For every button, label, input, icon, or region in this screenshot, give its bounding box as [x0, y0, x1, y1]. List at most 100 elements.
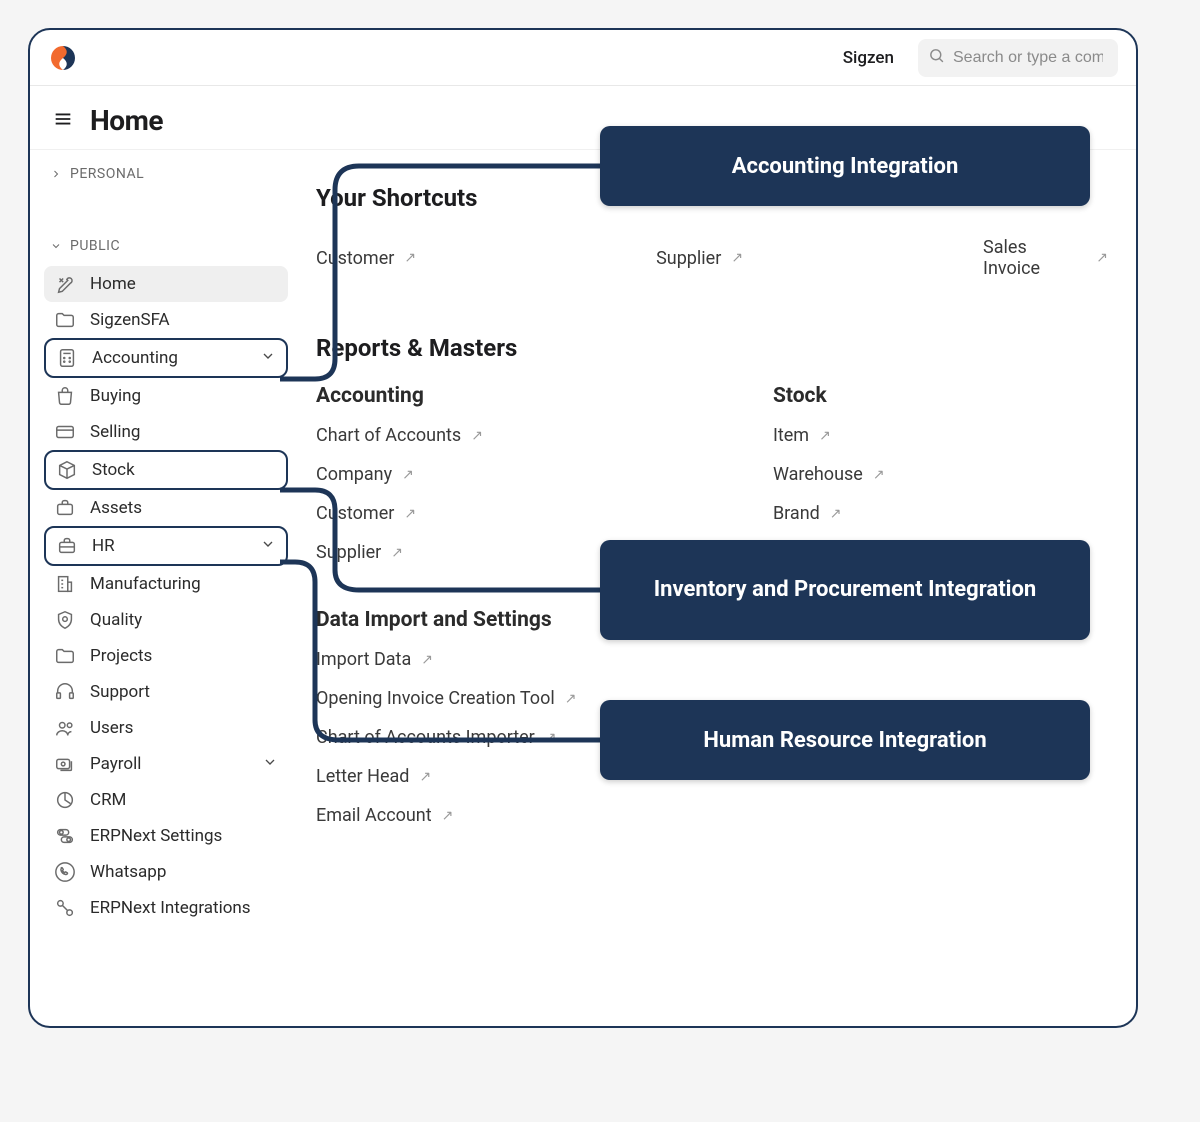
sidebar-item-hr[interactable]: HR — [44, 526, 288, 566]
sidebar-item-stock[interactable]: Stock — [44, 450, 288, 490]
sidebar-item-label: Whatsapp — [90, 862, 278, 882]
link-customer[interactable]: Customer ↗ — [316, 500, 416, 527]
calculator-icon — [56, 347, 78, 369]
sidebar-item-label: HR — [92, 536, 246, 556]
sidebar-item-buying[interactable]: Buying — [44, 378, 288, 414]
link-company[interactable]: Company ↗ — [316, 461, 414, 488]
shortcut-sales-invoice[interactable]: Sales Invoice↗ — [983, 234, 1108, 282]
sidebar-item-whatsapp[interactable]: Whatsapp — [44, 854, 288, 890]
external-icon: ↗ — [819, 428, 831, 444]
sidebar-item-crm[interactable]: CRM — [44, 782, 288, 818]
external-icon: ↗ — [419, 769, 431, 785]
sidebar-item-home[interactable]: Home — [44, 266, 288, 302]
external-icon: ↗ — [391, 545, 403, 561]
link-import-data[interactable]: Import Data↗ — [316, 646, 433, 673]
search-icon — [928, 47, 945, 68]
link-label: Warehouse — [773, 464, 863, 485]
link-letter-head[interactable]: Letter Head ↗ — [316, 763, 431, 790]
sidebar-item-erpnext-integrations[interactable]: ERPNext Integrations — [44, 890, 288, 926]
top-bar: Sigzen — [30, 30, 1136, 86]
external-icon: ↗ — [545, 730, 557, 746]
integration-icon — [54, 897, 76, 919]
company-name[interactable]: Sigzen — [843, 48, 894, 68]
sidebar-item-selling[interactable]: Selling — [44, 414, 288, 450]
briefcase-icon — [56, 535, 78, 557]
money-icon — [54, 753, 76, 775]
callout-label: Inventory and Procurement Integration — [654, 576, 1036, 604]
search-box[interactable] — [918, 39, 1118, 77]
section-label: PUBLIC — [70, 238, 120, 254]
col-accounting: Accounting Chart of Accounts ↗ Company ↗ C… — [316, 384, 483, 566]
callout-label: Accounting Integration — [732, 154, 959, 179]
external-icon: ↗ — [471, 428, 483, 444]
callout-inventory: Inventory and Procurement Integration — [600, 540, 1090, 640]
sidebar-item-label: ERPNext Settings — [90, 826, 278, 846]
accounting-heading: Accounting — [316, 384, 483, 408]
link-label: Company — [316, 464, 392, 485]
external-icon: ↗ — [402, 467, 414, 483]
sidebar-item-payroll[interactable]: Payroll — [44, 746, 288, 782]
sidebar-item-label: Assets — [90, 498, 278, 518]
sidebar-item-assets[interactable]: Assets — [44, 490, 288, 526]
toggles-icon — [54, 825, 76, 847]
chevron-right-icon — [50, 168, 62, 180]
callout-label: Human Resource Integration — [703, 728, 986, 753]
external-icon: ↗ — [1096, 250, 1108, 266]
link-label: Email Account — [316, 805, 432, 826]
link-label: Chart of Accounts — [316, 425, 461, 446]
sidebar-item-projects[interactable]: Projects — [44, 638, 288, 674]
external-icon: ↗ — [565, 691, 577, 707]
nav-list: Home SigzenSFA Accounting Buying — [44, 266, 288, 926]
link-label: Customer — [316, 503, 394, 524]
sidebar-item-label: Payroll — [90, 754, 248, 774]
link-label: Letter Head — [316, 766, 409, 787]
sidebar-item-label: Selling — [90, 422, 278, 442]
external-icon: ↗ — [421, 652, 433, 668]
bag-icon — [54, 385, 76, 407]
link-coa-importer[interactable]: Chart of Accounts Importer↗ — [316, 724, 557, 751]
external-icon: ↗ — [873, 467, 885, 483]
link-chart-of-accounts[interactable]: Chart of Accounts ↗ — [316, 422, 483, 449]
sidebar-item-label: CRM — [90, 790, 278, 810]
link-supplier[interactable]: Supplier↗ — [316, 539, 403, 566]
reports-columns: Accounting Chart of Accounts ↗ Company ↗ C… — [316, 384, 1108, 566]
link-label: Item — [773, 425, 809, 446]
sidebar-item-label: Quality — [90, 610, 278, 630]
sidebar-item-users[interactable]: Users — [44, 710, 288, 746]
folder-icon — [54, 645, 76, 667]
sidebar-item-erpnext-settings[interactable]: ERPNext Settings — [44, 818, 288, 854]
chevron-down-icon — [260, 536, 276, 557]
link-item[interactable]: Item ↗ — [773, 422, 831, 449]
sidebar-item-sigzensfa[interactable]: SigzenSFA — [44, 302, 288, 338]
reports-heading: Reports & Masters — [316, 334, 1108, 362]
briefcase-icon — [54, 497, 76, 519]
section-public[interactable]: PUBLIC — [44, 230, 288, 262]
box-icon — [56, 459, 78, 481]
external-icon: ↗ — [442, 808, 454, 824]
chevron-down-icon — [262, 754, 278, 775]
external-icon: ↗ — [830, 506, 842, 522]
link-email-account[interactable]: Email Account ↗ — [316, 802, 453, 829]
section-label: PERSONAL — [70, 166, 144, 182]
sidebar-item-label: Manufacturing — [90, 574, 278, 594]
link-opening-invoice-tool[interactable]: Opening Invoice Creation Tool ↗ — [316, 685, 576, 712]
section-personal[interactable]: PERSONAL — [44, 158, 288, 190]
sidebar-item-label: Support — [90, 682, 278, 702]
sidebar-item-support[interactable]: Support — [44, 674, 288, 710]
sidebar-item-label: SigzenSFA — [90, 310, 278, 330]
search-input[interactable] — [953, 49, 1103, 67]
sidebar-item-manufacturing[interactable]: Manufacturing — [44, 566, 288, 602]
stock-heading: Stock — [773, 384, 885, 408]
shortcut-customer[interactable]: Customer↗ — [316, 234, 416, 282]
external-icon: ↗ — [404, 506, 416, 522]
menu-icon[interactable] — [52, 108, 74, 134]
link-brand[interactable]: Brand↗ — [773, 500, 842, 527]
pie-icon — [54, 789, 76, 811]
sidebar-item-quality[interactable]: Quality — [44, 602, 288, 638]
building-icon — [54, 573, 76, 595]
link-label: Opening Invoice Creation Tool — [316, 688, 555, 709]
sidebar-item-accounting[interactable]: Accounting — [44, 338, 288, 378]
link-warehouse[interactable]: Warehouse ↗ — [773, 461, 885, 488]
shortcut-supplier[interactable]: Supplier↗ — [656, 234, 743, 282]
link-label: Customer — [316, 248, 394, 269]
